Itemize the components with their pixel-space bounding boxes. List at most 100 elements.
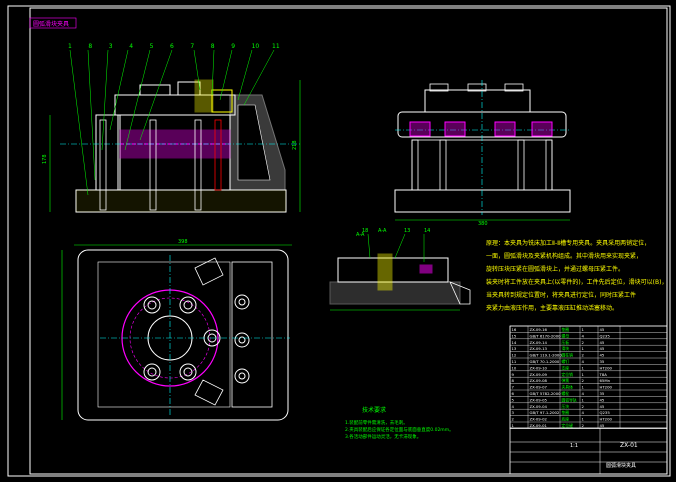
bom-cell: ZX-09-05 — [530, 397, 548, 402]
balloon-label: 4 — [129, 43, 133, 50]
balloon-label: 1 — [68, 43, 72, 50]
bom-cell: 13 — [512, 346, 517, 351]
bom-cell: 3 — [512, 410, 515, 415]
bom-cell: 压板 — [562, 340, 570, 345]
principle-line-5: 当夹具转到规定位置时，将夹具进行定位，同时压紧工件 — [486, 291, 636, 299]
bom-cell: 2 — [512, 417, 515, 422]
bom-cell: ZX-09-07 — [530, 385, 548, 390]
plan-dim: 398 — [178, 239, 188, 245]
bom-cell: 14 — [512, 340, 517, 345]
bom-cell: 45 — [600, 353, 605, 358]
top-clamp-left — [139, 84, 171, 96]
yellow-bushing-2 — [211, 89, 233, 113]
bom-cell: 2 — [582, 423, 585, 428]
bom-cell: 定位销 — [562, 372, 574, 377]
bom-cell: GB/T 70.1-2000 — [530, 359, 560, 364]
principle-line-6: 夹紧力由液压作用，主要靠液压缸推动活塞移动。 — [486, 304, 618, 312]
notes-line-3: 3.各活动部件运动灵活，无卡滞现象。 — [345, 433, 421, 440]
bom-cell: 滑块 — [562, 346, 570, 351]
bom-cell: 45 — [600, 404, 605, 409]
technical-notes: 技术要求 1.装配前零件需清洗，去毛刺。 2.夹具装配后应保证各定位面与底面垂直… — [345, 406, 454, 440]
section-base — [329, 281, 461, 305]
bom-cell: 9 — [512, 372, 515, 377]
section-yellow — [377, 253, 393, 291]
side-view: 380 — [394, 80, 571, 227]
title-block: ZX-01 圆弧滑块夹具 1:1 — [509, 427, 668, 475]
corner-label: 圆弧滑块夹具 — [33, 20, 69, 28]
bom-cell: 底座 — [562, 417, 570, 422]
bom-cell: 垫圈 — [562, 410, 570, 415]
bom-cell: 螺母 — [562, 333, 570, 338]
bom-cell: 圆弧导轨 — [562, 397, 577, 402]
balloon-label: 5 — [150, 43, 154, 50]
bom-cell: 45 — [600, 340, 605, 345]
bom-cell: 6 — [512, 391, 515, 396]
cad-drawing-canvas[interactable]: 圆弧滑块夹具 1 8 3 4 5 6 7 8 9 10 11 178 218 3… — [0, 0, 676, 482]
bom-cell: 12 — [512, 353, 517, 358]
side-dim: 380 — [478, 221, 488, 227]
bom-cell: 压块 — [562, 404, 570, 409]
principle-line-3: 旋转压块压紧在圆弧滑块上，并通过螺母压紧工件。 — [486, 265, 624, 273]
bom-cell: HT200 — [600, 365, 613, 370]
bom-cell: Q235 — [600, 410, 611, 415]
bom-cell: 35 — [600, 391, 605, 396]
balloon-label: 10 — [252, 43, 260, 50]
bom-cell: 1 — [512, 423, 515, 428]
bom-cell: 4 — [582, 410, 585, 415]
bom-cell: 10 — [512, 365, 517, 370]
section-magenta — [419, 264, 433, 274]
bom-cell: ZX-09-09 — [530, 372, 548, 377]
bom-cell: ZX-09-01 — [530, 423, 548, 428]
bom-cell: GB/T 5782-2000 — [530, 391, 562, 396]
bom-cell: GB/T 119.1-2000 — [530, 353, 563, 358]
side-base — [394, 189, 571, 213]
bom-cell: 定位键 — [562, 423, 574, 428]
drawing-number: ZX-01 — [620, 442, 638, 449]
bom-cell: 4 — [582, 359, 585, 364]
bom-cell: 螺栓 — [562, 391, 570, 396]
dim-height2: 218 — [292, 140, 298, 150]
bom-cell: 45 — [600, 397, 605, 402]
balloon-label-lower: A-A — [378, 228, 387, 234]
bom-cell: 1 — [582, 385, 585, 390]
plan-outline — [77, 249, 289, 421]
bom-cell: ZX-09-13 — [530, 346, 548, 351]
bom-cell: 螺钉 — [562, 359, 570, 364]
balloon-label: 8 — [211, 43, 215, 50]
bom-cell: ZX-09-02 — [530, 417, 548, 422]
side-top-block — [424, 89, 531, 113]
bom-cell: 8 — [512, 378, 515, 383]
bom-cell: HT200 — [600, 385, 613, 390]
bom-cell: 1 — [582, 327, 585, 332]
bom-cell: T8A — [599, 372, 608, 377]
balloon-label-lower: 14 — [424, 228, 430, 234]
principle-text: 原理：本夹具为铣床加工Ⅱ-Ⅱ槽专用夹具。夹具采用两销定位， 一面，圆弧滑块及夹紧… — [486, 239, 667, 312]
balloon-label: 3 — [109, 43, 113, 50]
title-block-frame — [509, 427, 668, 475]
dim-height: 178 — [42, 154, 48, 164]
notes-line-2: 2.夹具装配后应保证各定位面与底面垂直度0.02mm。 — [345, 426, 454, 433]
bom-cell: ZX-09-14 — [530, 340, 548, 345]
balloon-label: 8 — [88, 43, 92, 50]
yellow-bushing — [194, 79, 214, 113]
bom-cell: 夹具体 — [562, 385, 574, 390]
bom-cell: 65Mn — [600, 378, 611, 383]
bom-cell: 1 — [582, 397, 585, 402]
bom-cell: 45 — [600, 423, 605, 428]
bom-cell: 1 — [582, 372, 585, 377]
bom-cell: 1 — [582, 346, 585, 351]
balloon-label-lower: 18 — [362, 228, 368, 234]
bom-cell: 15 — [512, 333, 517, 338]
bom-cell: ZX-09-08 — [530, 378, 548, 383]
notes-title: 技术要求 — [362, 406, 386, 414]
balloon-label: 7 — [190, 43, 194, 50]
bom-cell: 5 — [512, 397, 515, 402]
bom-cell: 11 — [512, 359, 517, 364]
balloon-label-lower: 13 — [404, 228, 410, 234]
balloons-top: 1 8 3 4 5 6 7 8 9 10 11 — [68, 43, 280, 50]
bom-cell: 弹簧 — [562, 378, 570, 383]
notes-line-1: 1.装配前零件需清洗，去毛刺。 — [345, 419, 408, 426]
bom-cell: ZX-09-04 — [530, 404, 548, 409]
bom-cell: 1 — [582, 417, 585, 422]
principle-line-1: 原理：本夹具为铣床加工Ⅱ-Ⅱ槽专用夹具。夹具采用两销定位， — [486, 239, 650, 247]
